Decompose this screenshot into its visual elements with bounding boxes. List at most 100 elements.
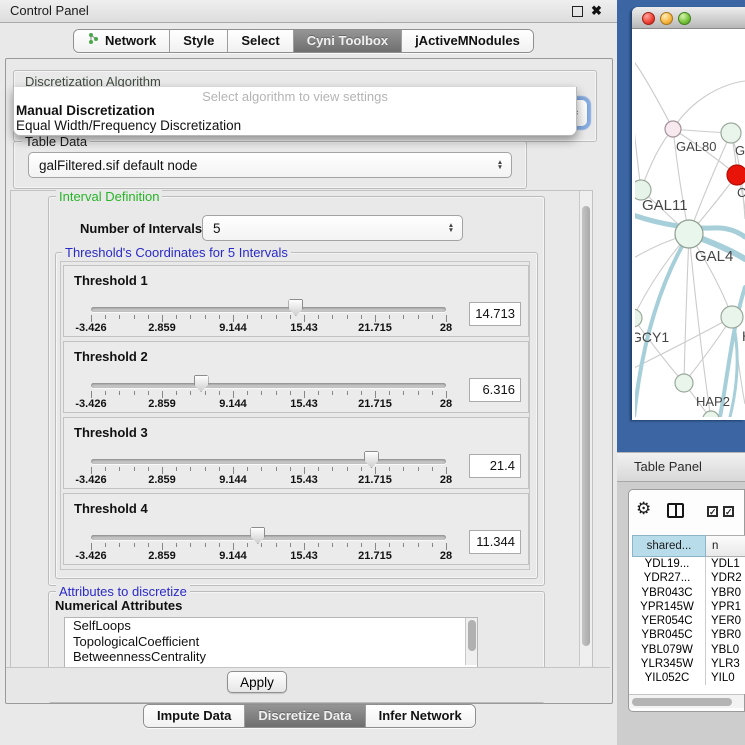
cell-name: YBL0 [706, 643, 739, 657]
slider-thumb[interactable] [364, 451, 379, 468]
attributes-list-scrollbar[interactable] [465, 618, 477, 665]
number-of-intervals-combobox[interactable]: 5 ▲ ▼ [202, 215, 463, 241]
network-window-titlebar[interactable] [632, 7, 745, 29]
slider-thumb[interactable] [194, 375, 209, 392]
tab-style[interactable]: Style [170, 30, 228, 52]
table-row[interactable]: YER054CYER0 [629, 614, 745, 628]
node-right-mid[interactable] [721, 306, 743, 328]
arrow-down-icon: ▼ [497, 165, 503, 170]
tab-label: Select [241, 30, 279, 52]
list-item[interactable]: TopologicalCoefficient [65, 634, 477, 650]
tick-mark [361, 391, 362, 395]
column-header-name[interactable]: n [706, 535, 745, 557]
tick-label: 21.715 [358, 398, 392, 410]
apply-button[interactable]: Apply [227, 671, 287, 693]
checkbox-icon[interactable]: ✓ [723, 506, 734, 517]
table-row[interactable]: YDR27...YDR2 [629, 571, 745, 585]
scrollbar-thumb[interactable] [582, 206, 590, 646]
tab-cyni-toolbox[interactable]: Cyni Toolbox [294, 30, 402, 52]
cell-name: YBR0 [706, 586, 741, 600]
node-upper-right[interactable] [721, 123, 741, 143]
numerical-attributes-list[interactable]: SelfLoopsTopologicalCoefficientBetweenne… [64, 617, 478, 668]
table-row[interactable]: YPR145WYPR1 [629, 600, 745, 614]
cell-shared-name: YIL052C [629, 671, 706, 685]
gear-icon[interactable]: ⚙ [636, 500, 651, 517]
table-data-combobox[interactable]: galFiltered.sif default node ▲ ▼ [28, 152, 512, 178]
table-rows[interactable]: YDL19...YDL1YDR27...YDR2YBR043CYBR0YPR14… [629, 557, 745, 694]
tick-mark [332, 315, 333, 319]
tick-mark [162, 391, 163, 398]
scrollbar-thumb[interactable] [468, 620, 476, 651]
panel-vertical-scrollbar[interactable] [579, 191, 592, 666]
checkbox-icon[interactable]: ✓ [707, 506, 718, 517]
slider-track[interactable] [91, 535, 446, 540]
table-horizontal-scrollbar[interactable] [629, 694, 744, 708]
table-row[interactable]: YIL052CYIL0 [629, 671, 745, 685]
tick-mark [318, 543, 319, 547]
tick-mark [389, 391, 390, 395]
network-graph[interactable]: GAL80GACGAL11GAL4GCY1HHAP2 [635, 29, 745, 417]
tick-mark [347, 315, 348, 319]
cell-name: YIL0 [706, 671, 735, 685]
network-canvas[interactable]: GAL80GACGAL11GAL4GCY1HHAP2 [635, 29, 745, 417]
threshold-value-field[interactable]: 6.316 [469, 378, 521, 402]
scrollbar-thumb[interactable] [632, 698, 732, 706]
node-gal4[interactable] [675, 220, 703, 248]
column-header-shared[interactable]: shared... [632, 535, 706, 557]
dropdown-item-equal-width-frequency[interactable]: Equal Width/Frequency Discretization [16, 118, 241, 133]
bottom-tab-infer-network[interactable]: Infer Network [366, 705, 475, 727]
tick-mark [403, 543, 404, 547]
list-item[interactable]: BetweennessCentrality [65, 649, 477, 665]
columns-icon[interactable] [667, 503, 684, 518]
tab-select[interactable]: Select [228, 30, 293, 52]
application-window: Control Panel ✖ NetworkStyle Select Cyni T… [0, 0, 745, 745]
threshold-value-field[interactable]: 21.4 [469, 454, 521, 478]
tick-label: 9.144 [219, 474, 247, 486]
node-gcy1[interactable] [635, 309, 642, 327]
control-panel-titlebar: Control Panel ✖ [0, 0, 617, 23]
node-label: GCY1 [635, 329, 669, 345]
tick-label: 28 [440, 550, 452, 562]
slider-track[interactable] [91, 307, 446, 312]
number-of-intervals-value: 5 [203, 221, 444, 236]
tick-mark [162, 467, 163, 474]
tab-jactivemnodules[interactable]: jActiveMNodules [402, 30, 533, 52]
node-label: C [737, 185, 745, 200]
tick-mark [318, 315, 319, 319]
bottom-tab-discretize-data[interactable]: Discretize Data [245, 705, 365, 727]
node-gal80[interactable] [665, 121, 681, 137]
table-row[interactable]: YLR345WYLR3 [629, 657, 745, 671]
float-icon[interactable] [572, 6, 583, 17]
minimize-traffic-light-icon[interactable] [660, 12, 673, 25]
tick-mark [176, 391, 177, 395]
slider-track[interactable] [91, 383, 446, 388]
threshold-value-field[interactable]: 11.344 [469, 530, 521, 554]
tick-mark [304, 391, 305, 398]
number-of-intervals-label: Number of Intervals [80, 221, 202, 236]
table-panel-titlebar[interactable]: Table Panel [617, 452, 745, 482]
slider-thumb[interactable] [288, 299, 303, 316]
bottom-tab-label: Infer Network [379, 705, 462, 727]
slider-track[interactable] [91, 459, 446, 464]
tick-label: 2.859 [148, 322, 176, 334]
slider-thumb[interactable] [250, 527, 265, 544]
tick-mark [233, 543, 234, 550]
tick-mark [375, 543, 376, 550]
zoom-traffic-light-icon[interactable] [678, 12, 691, 25]
table-row[interactable]: YBR043CYBR0 [629, 586, 745, 600]
dropdown-item-manual-discretization[interactable]: Manual Discretization [16, 103, 155, 118]
list-item[interactable]: SelfLoops [65, 618, 477, 634]
table-row[interactable]: YDL19...YDL1 [629, 557, 745, 571]
threshold-value-field[interactable]: 14.713 [469, 302, 521, 326]
close-icon[interactable]: ✖ [591, 2, 602, 20]
node-red[interactable] [727, 165, 745, 185]
tab-network[interactable]: Network [74, 30, 170, 52]
table-row[interactable]: YBL079WYBL0 [629, 643, 745, 657]
tick-mark [261, 467, 262, 471]
close-traffic-light-icon[interactable] [642, 12, 655, 25]
node-hap2[interactable] [675, 374, 693, 392]
bottom-tab-impute-data[interactable]: Impute Data [144, 705, 245, 727]
stepper-arrows-icon[interactable]: ▲ ▼ [493, 160, 507, 170]
table-row[interactable]: YBR045CYBR0 [629, 628, 745, 642]
stepper-arrows-icon[interactable]: ▲ ▼ [444, 223, 458, 233]
